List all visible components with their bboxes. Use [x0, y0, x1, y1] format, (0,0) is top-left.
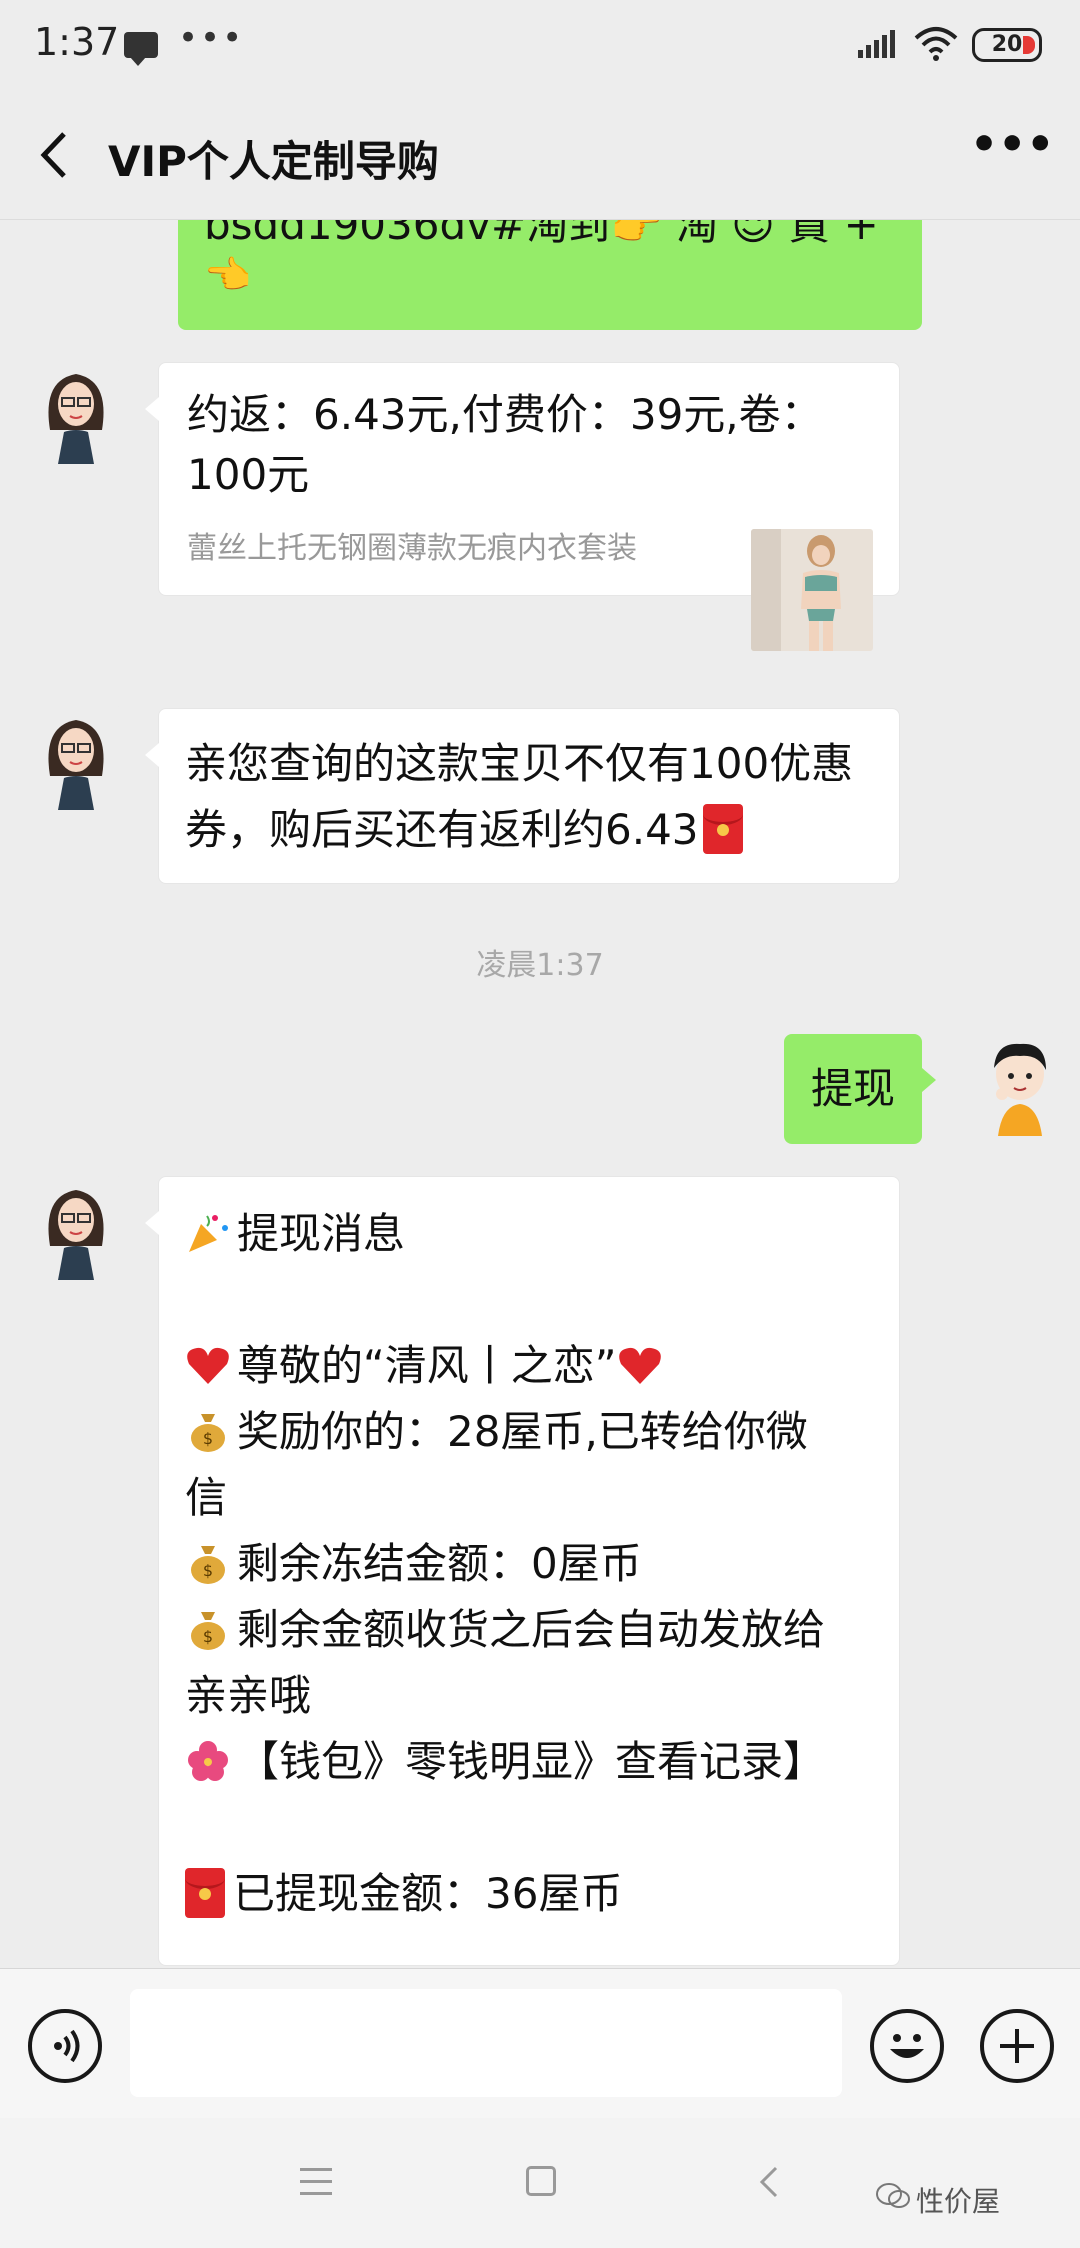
message-notification-icon	[124, 32, 158, 66]
chat-title: VIP个人定制导购	[108, 137, 439, 186]
reward-text-cont: 信	[185, 1473, 228, 1522]
pointing-hand-icon: 👈	[204, 253, 252, 297]
message-row: 【钱包》零钱明显》查看记录】	[185, 1729, 873, 1795]
bot-avatar[interactable]	[28, 706, 124, 810]
voice-input-icon[interactable]	[28, 2009, 102, 2083]
message-timestamp: 凌晨1:37	[476, 948, 604, 983]
wifi-icon	[914, 27, 958, 61]
message-row: 尊敬的“清风丨之恋”	[185, 1333, 873, 1399]
party-popper-icon	[189, 1215, 228, 1252]
message-text: bsdd19036dv#淘到👉 淘 ☺ 貴 +	[204, 220, 879, 249]
wallet-instruction-text: 【钱包》零钱明显》查看记录】	[237, 1737, 826, 1786]
svg-text:$: $	[203, 1429, 213, 1448]
reward-text: 奖励你的：28屋币,已转给你微	[237, 1407, 808, 1456]
battery-indicator: 20	[972, 28, 1042, 62]
bot-avatar[interactable]	[28, 1176, 124, 1280]
message-text-input[interactable]	[130, 1989, 842, 2097]
bot-avatar[interactable]	[28, 360, 124, 464]
red-envelope-icon	[702, 804, 743, 854]
more-notifications-icon: •••	[178, 18, 245, 58]
status-bar: 1:37 ••• 20	[0, 0, 1080, 92]
message-row: 已提现金额：36屋币	[185, 1861, 873, 1927]
more-options-button[interactable]: •••	[970, 123, 1054, 180]
money-bag-icon: $	[191, 1546, 225, 1584]
message-bubble-received[interactable]: 亲您查询的这款宝贝不仅有100优惠券，购后买还有返利约6.43	[145, 708, 900, 884]
remaining-text: 剩余金额收货之后会自动发放给	[237, 1605, 826, 1654]
card-subtitle: 蕾丝上托无钢圈薄款无痕内衣套装	[187, 531, 637, 566]
signal-icon	[858, 30, 895, 58]
hibiscus-icon	[188, 1741, 228, 1781]
status-time: 1:37	[34, 20, 120, 64]
card-title: 约返：6.43元,付费价：39元,卷：100元	[187, 390, 823, 499]
nav-back-icon[interactable]	[754, 2162, 784, 2202]
recent-apps-icon[interactable]	[300, 2168, 332, 2196]
system-navigation-bar: 性价屋	[0, 2118, 1080, 2248]
money-bag-icon: $	[191, 1612, 225, 1650]
svg-text:$: $	[203, 1561, 213, 1580]
greeting-text: 尊敬的“清风丨之恋”	[237, 1341, 617, 1390]
withdrawn-amount-text: 已提现金额：36屋币	[233, 1869, 623, 1918]
message-row: 亲亲哦	[185, 1663, 873, 1729]
svg-text:$: $	[203, 1627, 213, 1646]
watermark-text: 性价屋	[916, 2185, 1001, 2218]
remaining-text-cont: 亲亲哦	[185, 1671, 312, 1720]
heart-icon	[187, 1347, 229, 1384]
message-bubble-sent[interactable]: 提现	[784, 1034, 936, 1144]
message-row: $ 剩余冻结金额：0屋币	[185, 1531, 873, 1597]
message-bubble-sent-partial[interactable]: bsdd19036dv#淘到👉 淘 ☺ 貴 + 👈	[178, 220, 922, 330]
wechat-logo-icon	[876, 2183, 910, 2208]
message-text: 提现	[810, 1064, 895, 1113]
frozen-amount-text: 剩余冻结金额：0屋币	[237, 1539, 642, 1588]
red-envelope-icon	[185, 1868, 225, 1918]
product-thumbnail[interactable]	[751, 529, 873, 651]
add-attachment-icon[interactable]	[980, 2009, 1054, 2083]
chat-header: VIP个人定制导购 •••	[0, 92, 1080, 220]
withdraw-notification-message[interactable]: 提现消息 尊敬的“清风丨之恋” $ 奖励你的：28屋币,已转给你微 信 $ 剩余冻结…	[145, 1176, 900, 1966]
back-arrow-icon[interactable]	[30, 122, 90, 188]
message-row: 提现消息	[185, 1201, 873, 1267]
heart-icon	[618, 1347, 661, 1384]
chat-message-list[interactable]: bsdd19036dv#淘到👉 淘 ☺ 貴 + 👈 约返：6.43元,付费价：3…	[0, 220, 1080, 1968]
user-avatar[interactable]	[972, 1032, 1068, 1136]
message-text: 亲您查询的这款宝贝不仅有100优惠券，购后买还有返利约6.43	[185, 739, 854, 854]
message-heading: 提现消息	[237, 1209, 406, 1258]
message-row: 信	[185, 1465, 873, 1531]
message-row: $ 奖励你的：28屋币,已转给你微	[185, 1399, 873, 1465]
message-row-empty	[185, 1267, 873, 1333]
message-row-empty	[185, 1795, 873, 1861]
money-bag-icon: $	[191, 1414, 225, 1452]
message-row: $ 剩余金额收货之后会自动发放给	[185, 1597, 873, 1663]
product-card-message[interactable]: 约返：6.43元,付费价：39元,卷：100元 蕾丝上托无钢圈薄款无痕内衣套装	[145, 362, 900, 651]
home-icon[interactable]	[526, 2166, 556, 2196]
emoji-icon[interactable]	[870, 2009, 944, 2083]
message-input-bar	[0, 1968, 1080, 2118]
